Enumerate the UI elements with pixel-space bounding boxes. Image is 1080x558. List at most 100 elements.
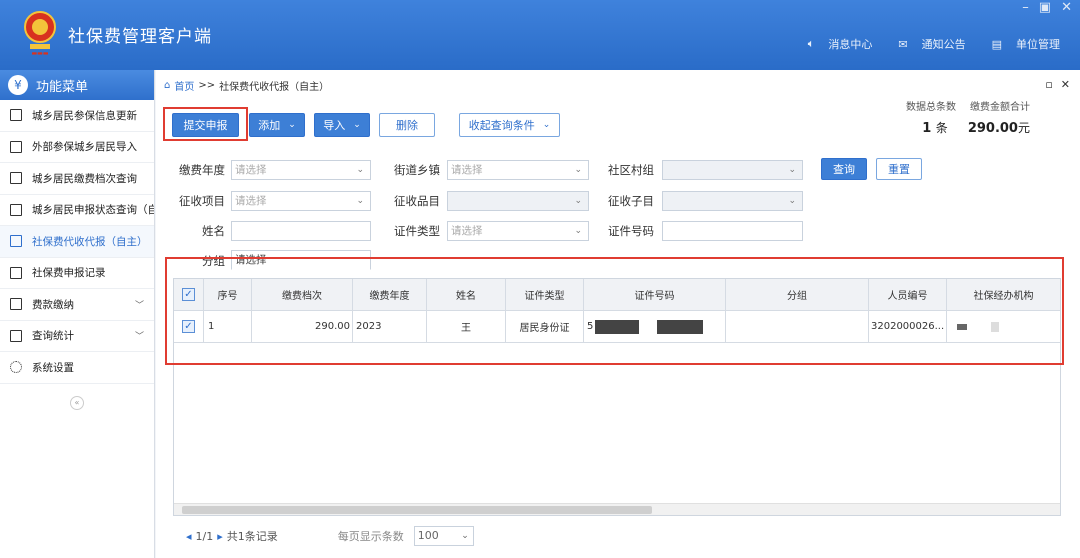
reset-button[interactable]: 重置 bbox=[876, 158, 922, 180]
chevron-down-icon: ⌄ bbox=[288, 120, 296, 130]
amount-total-label: 缴费金额合计 bbox=[970, 102, 1030, 113]
sidebar-item-label: 社保费申报记录 bbox=[32, 267, 106, 280]
levy-goods-select[interactable]: ⌄ bbox=[447, 191, 589, 211]
add-button[interactable]: 添加 ⌄ bbox=[249, 113, 305, 137]
chevron-down-icon: ⌄ bbox=[542, 120, 551, 130]
sidebar-item-resident-info-update[interactable]: 城乡居民参保信息更新 bbox=[0, 100, 154, 132]
name-input[interactable] bbox=[231, 221, 371, 241]
chevron-down-icon: ⌄ bbox=[788, 165, 796, 175]
unit-management-link[interactable]: ▤ 单位管理 bbox=[992, 36, 1060, 52]
year-label: 缴费年度 bbox=[179, 163, 225, 177]
id-type-label: 证件类型 bbox=[394, 224, 440, 238]
street-label: 街道乡镇 bbox=[394, 163, 440, 177]
building-icon: ▤ bbox=[991, 37, 1002, 51]
sidebar-item-payment[interactable]: 费款缴纳 ﹀ bbox=[0, 289, 154, 321]
next-page-icon[interactable]: ▸ bbox=[217, 530, 223, 543]
home-icon: ⌂ bbox=[164, 80, 171, 91]
sidebar-item-label: 城乡居民申报状态查询（自主） bbox=[32, 204, 154, 217]
message-center-link[interactable]: 🔈︎ 消息中心 bbox=[808, 36, 873, 52]
sidebar-title: 功能菜单 bbox=[36, 79, 89, 95]
levy-subitem-label: 征收子目 bbox=[608, 194, 654, 208]
data-table: ✓ 序号 缴费档次 缴费年度 姓名 证件类型 证件号码 分组 人员编号 社保经办… bbox=[165, 257, 1064, 516]
total-records: 共1条记录 bbox=[226, 530, 278, 543]
page-indicator: 1/1 bbox=[195, 529, 214, 543]
sidebar-item-settings[interactable]: 系统设置 bbox=[0, 352, 154, 384]
window-controls: – ▣ ✕ bbox=[1022, 0, 1072, 15]
add-label: 添加 bbox=[258, 119, 281, 132]
sidebar-item-external-import[interactable]: 外部参保城乡居民导入 bbox=[0, 132, 154, 163]
prev-page-icon[interactable]: ◂ bbox=[186, 530, 192, 543]
notice-link[interactable]: ✉ 通知公告 bbox=[898, 36, 965, 52]
sidebar-item-declare-record[interactable]: 社保费申报记录 bbox=[0, 258, 154, 289]
sidebar-item-status-query[interactable]: 城乡居民申报状态查询（自主） bbox=[0, 195, 154, 226]
year-select[interactable]: 请选择 ⌄ bbox=[231, 160, 371, 180]
book-icon bbox=[10, 298, 22, 311]
scrollbar-thumb[interactable] bbox=[182, 506, 652, 514]
list-icon bbox=[10, 109, 22, 122]
delete-button[interactable]: 删除 bbox=[379, 113, 435, 137]
maximize-icon[interactable]: ▣ bbox=[1039, 0, 1051, 15]
close-tab-icon[interactable]: ✕ bbox=[1061, 78, 1070, 91]
levy-goods-label: 征收品目 bbox=[394, 194, 440, 208]
yen-icon: ¥ bbox=[8, 75, 28, 95]
panel-controls: ▫ ✕ bbox=[1045, 78, 1070, 91]
gear-icon bbox=[10, 361, 22, 374]
submit-declaration-button[interactable]: 提交申报 bbox=[172, 113, 239, 137]
sidebar-item-statistics[interactable]: 查询统计 ﹀ bbox=[0, 321, 154, 352]
svg-text:▬▬▬: ▬▬▬ bbox=[31, 50, 48, 56]
edit-icon bbox=[10, 235, 22, 248]
chevron-down-icon: ﹀ bbox=[134, 300, 144, 311]
doc-icon bbox=[10, 140, 22, 153]
community-label: 社区村组 bbox=[608, 163, 654, 177]
id-type-select[interactable]: 请选择 ⌄ bbox=[447, 221, 589, 241]
sidebar-item-label: 社保费代收代报（自主） bbox=[32, 235, 148, 248]
sidebar-item-label: 城乡居民参保信息更新 bbox=[32, 109, 137, 122]
id-number-input[interactable] bbox=[662, 221, 803, 241]
tax-emblem-logo: ▬▬▬ bbox=[24, 11, 56, 56]
chevron-down-icon: ⌄ bbox=[356, 196, 364, 206]
main-panel: ⌂ 首页 >> 社保费代收代报（自主） ▫ ✕ 提交申报 添加 ⌄ 导入 ⌄ 删除 … bbox=[156, 70, 1080, 558]
mail-icon: ✉ bbox=[898, 37, 908, 51]
sidebar-item-label: 系统设置 bbox=[32, 361, 74, 374]
close-icon[interactable]: ✕ bbox=[1061, 0, 1072, 15]
chevron-down-icon: ﹀ bbox=[134, 332, 144, 343]
per-page-select[interactable]: 100 ⌄ bbox=[413, 526, 474, 546]
amount-total-value: 290.00 bbox=[967, 121, 1018, 136]
breadcrumb: ⌂ 首页 >> 社保费代收代报（自主） bbox=[164, 78, 329, 93]
sidebar-item-grade-query[interactable]: 城乡居民缴费档次查询 bbox=[0, 163, 154, 195]
per-page-value: 100 bbox=[417, 529, 439, 542]
query-button[interactable]: 查询 bbox=[821, 158, 867, 180]
sidebar-item-agency-collect[interactable]: 社保费代收代报（自主） bbox=[0, 226, 154, 258]
summary-stats: 数据总条数 缴费金额合计 1 条 290.00元 bbox=[906, 98, 1030, 136]
chevron-down-icon: ⌄ bbox=[356, 165, 364, 175]
horizontal-scrollbar[interactable] bbox=[174, 503, 1060, 515]
chevron-down-icon: ⌄ bbox=[574, 165, 582, 175]
speaker-icon: 🔈︎ bbox=[807, 37, 815, 50]
collapse-query-label: 收起查询条件 bbox=[468, 119, 535, 132]
chart-icon bbox=[10, 172, 22, 185]
import-label: 导入 bbox=[323, 119, 346, 132]
levy-subitem-select[interactable]: ⌄ bbox=[662, 191, 803, 211]
community-select[interactable]: ⌄ bbox=[662, 160, 803, 180]
minimize-icon[interactable]: – bbox=[1022, 0, 1029, 15]
unit-management-label: 单位管理 bbox=[1016, 38, 1060, 51]
per-page-label: 每页显示条数 bbox=[337, 530, 404, 543]
sidebar: ¥ 功能菜单 城乡居民参保信息更新 外部参保城乡居民导入 城乡居民缴费档次查询 … bbox=[0, 70, 155, 558]
header-links: 🔈︎ 消息中心 ✉ 通知公告 ▤ 单位管理 bbox=[808, 36, 1060, 52]
levy-item-placeholder: 请选择 bbox=[235, 195, 267, 207]
chart-icon bbox=[10, 329, 22, 342]
street-select[interactable]: 请选择 ⌄ bbox=[447, 160, 589, 180]
breadcrumb-home[interactable]: 首页 bbox=[174, 78, 194, 93]
import-button[interactable]: 导入 ⌄ bbox=[314, 113, 370, 137]
restore-icon[interactable]: ▫ bbox=[1045, 78, 1052, 91]
sidebar-item-label: 查询统计 bbox=[32, 330, 74, 343]
sidebar-collapse-button[interactable]: « bbox=[70, 396, 84, 410]
collapse-query-button[interactable]: 收起查询条件 ⌄ bbox=[459, 113, 560, 137]
sidebar-item-label: 外部参保城乡居民导入 bbox=[32, 141, 137, 154]
id-number-label: 证件号码 bbox=[608, 224, 654, 238]
amount-total-unit: 元 bbox=[1017, 121, 1030, 135]
levy-item-select[interactable]: 请选择 ⌄ bbox=[231, 191, 371, 211]
app-header: ▬▬▬ 社保费管理客户端 – ▣ ✕ 🔈︎ 消息中心 ✉ 通知公告 ▤ 单位管理 bbox=[0, 0, 1080, 70]
notice-label: 通知公告 bbox=[921, 38, 966, 51]
doc-icon bbox=[10, 266, 22, 279]
